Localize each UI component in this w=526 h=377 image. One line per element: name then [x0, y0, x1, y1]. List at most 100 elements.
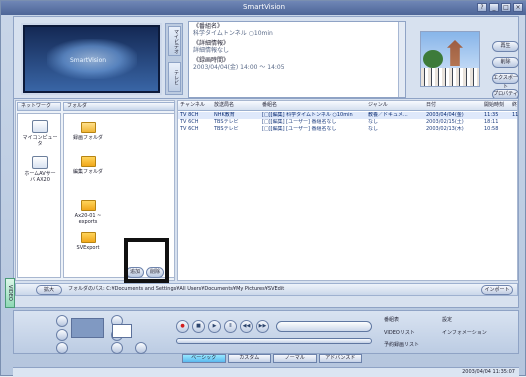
program-details: 《番組名》 科学タイムトンネル ○10min 《詳細情報》 詳細情報なし 《録画…	[188, 21, 406, 98]
up-circle-button[interactable]	[56, 315, 68, 327]
row-program: [□][編集] 科学タイムトンネル ○10min	[262, 112, 353, 118]
down-circle-button[interactable]	[56, 329, 68, 341]
recording-time-label: 《録画時間》	[193, 57, 230, 64]
row-genre: なし	[368, 119, 379, 125]
folder-icon	[80, 232, 96, 243]
window-controls: ? _ □ ×	[477, 3, 523, 12]
network-item-label: マイコンピュータ	[22, 135, 58, 147]
folder-edit[interactable]: 編集フォルダ	[70, 156, 106, 175]
network-pane: マイコンピュータ ホームAVサーバ AX20	[17, 113, 61, 278]
folder-exports[interactable]: Ax20-01 ~ exports	[70, 200, 106, 225]
folder-path-text: フォルダのパス: C:¥Documents and Settings¥All U…	[68, 286, 285, 292]
video-list-link[interactable]: VIDEOリスト	[384, 330, 415, 337]
recording-table: チャンネル 放送局名 番組名 ジャンル 日付 開始時刻 終 TV 8CH NHK…	[177, 100, 518, 281]
minimize-button[interactable]: _	[489, 3, 499, 12]
column-program[interactable]: 番組名	[262, 102, 277, 109]
video-tab[interactable]: VIDEO	[5, 278, 15, 308]
row-genre: なし	[368, 126, 379, 132]
program-info-value: 詳細情報なし	[193, 47, 230, 54]
column-end-time[interactable]: 終	[512, 102, 517, 109]
network-item-my-computer[interactable]: マイコンピュータ	[22, 120, 58, 147]
folder-recording[interactable]: 録画フォルダ	[70, 122, 106, 141]
stop-button[interactable]: ■	[192, 320, 205, 333]
network-item-home-av-server[interactable]: ホームAVサーバ AX20	[22, 156, 58, 183]
row-channel: TV 6CH	[180, 126, 199, 132]
row-start-time: 11:35	[484, 112, 499, 118]
close-button[interactable]: ×	[513, 3, 523, 12]
folder-svexport[interactable]: SVExport	[70, 232, 106, 251]
row-station: TBSテレビ	[214, 126, 239, 132]
row-genre: 教養／ドキュメ...	[368, 112, 408, 118]
mode-tabs: ベーシック カスタム ノーマル アドバンスド	[182, 354, 362, 363]
delete-button[interactable]: 削除	[492, 57, 519, 68]
tab-my-video[interactable]: マイビデオ	[168, 26, 181, 56]
column-date[interactable]: 日付	[426, 102, 436, 109]
settings-link[interactable]: 設定	[442, 317, 452, 324]
row-end-time: 11	[512, 112, 519, 118]
menu-circle-button[interactable]	[56, 342, 68, 354]
folder-icon	[80, 156, 96, 167]
mini-preview	[112, 324, 132, 338]
row-date: 2003/04/04(金)	[426, 112, 464, 118]
library-panel: ネットワーク フォルダ マイコンピュータ ホームAVサーバ AX20 録画フォル…	[13, 98, 519, 308]
program-guide-link[interactable]: 番組表	[384, 317, 399, 324]
volume-circle-button[interactable]	[111, 342, 123, 354]
recording-list-link[interactable]: 予約録画リスト	[384, 342, 419, 349]
crowd-shape	[421, 68, 479, 86]
folder-label: 録画フォルダ	[72, 135, 103, 141]
folder-label: SVExport	[76, 245, 100, 251]
tab-basic[interactable]: ベーシック	[182, 354, 226, 363]
table-header: チャンネル 放送局名 番組名 ジャンル 日付 開始時刻 終	[178, 101, 517, 111]
window-title: SmartVision	[242, 3, 286, 11]
time-display	[276, 321, 372, 332]
seek-slider[interactable]	[176, 338, 372, 344]
table-row[interactable]: TV 8CH NHK教育 [□][編集] 科学タイムトンネル ○10min 教養…	[178, 112, 519, 119]
folder-pane-header: フォルダ	[63, 102, 175, 111]
column-station[interactable]: 放送局名	[214, 102, 234, 109]
table-row[interactable]: TV 6CH TBSテレビ [□][編集] [ユーザー] 番組名なし なし 20…	[178, 126, 517, 133]
tab-normal[interactable]: ノーマル	[273, 354, 317, 363]
play-icon-button[interactable]: ▶	[208, 320, 221, 333]
folder-path-bar: 拡大 フォルダのパス: C:¥Documents and Settings¥Al…	[15, 283, 518, 296]
program-info-label: 《詳細情報》	[193, 40, 230, 47]
selected-folder-highlight	[124, 238, 169, 283]
server-icon	[32, 156, 48, 169]
information-link[interactable]: インフォメーション	[442, 330, 487, 337]
row-date: 2003/02/13(木)	[426, 126, 464, 132]
column-genre[interactable]: ジャンル	[368, 102, 388, 109]
tab-custom[interactable]: カスタム	[227, 354, 271, 363]
export-button[interactable]: エクスポート	[492, 73, 519, 90]
title-bar: SmartVision ? _ □ ×	[1, 1, 526, 15]
folder-label: Ax20-01 ~ exports	[74, 213, 102, 225]
row-channel: TV 6CH	[180, 119, 199, 125]
temple-shape	[447, 40, 463, 66]
display-panel	[71, 318, 104, 338]
tab-tv[interactable]: テレビ	[168, 62, 181, 92]
row-program: [□][編集] [ユーザー] 番組名なし	[262, 119, 337, 125]
forward-button[interactable]: ▶▶	[256, 320, 269, 333]
row-channel: TV 8CH	[180, 112, 199, 118]
pause-button[interactable]: Ⅱ	[224, 320, 237, 333]
details-scrollbar[interactable]	[398, 22, 405, 97]
row-station: TBSテレビ	[214, 119, 239, 125]
record-button[interactable]: ●	[176, 320, 189, 333]
play-button[interactable]: 再生	[492, 41, 519, 52]
network-item-label: ホームAVサーバ AX20	[24, 171, 56, 183]
smartvision-window: SmartVision ? _ □ × SmartVision マイビデオ テレ…	[0, 0, 526, 377]
import-button[interactable]: インポート	[481, 285, 513, 295]
row-start-time: 18:11	[484, 119, 499, 125]
network-pane-header: ネットワーク	[17, 102, 61, 111]
transport-buttons: ● ■ ▶ Ⅱ ◀◀ ▶▶	[176, 320, 269, 333]
column-start-time[interactable]: 開始時刻	[484, 102, 504, 109]
expand-button[interactable]: 拡大	[36, 285, 62, 295]
maximize-button[interactable]: □	[501, 3, 511, 12]
rewind-button[interactable]: ◀◀	[240, 320, 253, 333]
video-preview-screen[interactable]: SmartVision	[21, 23, 162, 95]
help-button[interactable]: ?	[477, 3, 487, 12]
row-station: NHK教育	[214, 112, 235, 118]
settings-circle-button[interactable]	[135, 342, 147, 354]
column-channel[interactable]: チャンネル	[180, 102, 205, 109]
table-row[interactable]: TV 6CH TBSテレビ [□][編集] [ユーザー] 番組名なし なし 20…	[178, 119, 517, 126]
right-control-links: 番組表 設定 VIDEOリスト インフォメーション 予約録画リスト	[384, 316, 516, 350]
tab-advanced[interactable]: アドバンスド	[318, 354, 362, 363]
